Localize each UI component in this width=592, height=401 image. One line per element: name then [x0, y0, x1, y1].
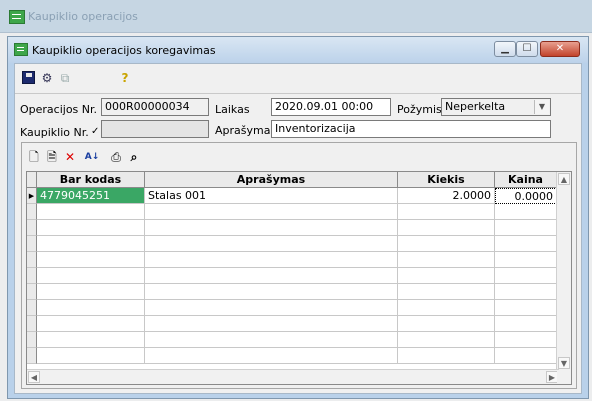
copy-icon[interactable]: ⧉ [57, 70, 73, 86]
new-icon[interactable]: 🗋 [26, 149, 42, 165]
check-icon: ✓ [91, 126, 100, 137]
empty-row [27, 300, 557, 316]
app-title: Kaupiklio operacijos [28, 10, 138, 23]
scrollbar-corner [557, 370, 571, 384]
table-row[interactable]: ▶ 4779045251 Stalas 001 2.0000 0.0000 [27, 188, 557, 204]
scroll-left-icon[interactable]: ◀ [28, 371, 40, 383]
column-header-bar-code[interactable]: Bar kodas [37, 172, 145, 187]
delete-icon[interactable]: ✕ [62, 149, 78, 165]
row-indicator-header [27, 172, 37, 187]
app-title-bar[interactable]: Kaupiklio operacijos [0, 0, 592, 33]
sort-icon[interactable]: A↓ [84, 149, 100, 165]
description-field[interactable]: Inventorizacija [271, 120, 551, 138]
empty-row [27, 268, 557, 284]
edit-icon[interactable]: 🗎 [44, 149, 60, 165]
items-panel: 🗋 🗎 ✕ A↓ ⎙ ⌕ Bar kodas Aprašymas Kiekis … [21, 142, 577, 389]
empty-row [27, 252, 557, 268]
attribute-label: Požymis [397, 103, 442, 116]
edit-window-title: Kaupiklio operacijos koregavimas [32, 44, 216, 57]
description-label: Aprašymas [215, 124, 277, 137]
column-header-description[interactable]: Aprašymas [145, 172, 398, 187]
chevron-down-icon[interactable]: ▼ [534, 100, 549, 114]
help-icon[interactable]: ? [117, 70, 133, 86]
grid-header: Bar kodas Aprašymas Kiekis Kaina [27, 172, 571, 188]
scroll-down-icon[interactable]: ▼ [558, 357, 570, 369]
scroll-up-icon[interactable]: ▲ [558, 173, 570, 185]
operation-number-field[interactable]: 000R00000034 [101, 98, 209, 116]
app-icon [9, 10, 25, 24]
find-icon[interactable]: ⌕ [126, 149, 142, 165]
maximize-button[interactable]: ☐ [516, 41, 538, 57]
empty-row [27, 348, 557, 364]
empty-row [27, 316, 557, 332]
operation-number-label: Operacijos Nr. [20, 103, 98, 116]
empty-row [27, 236, 557, 252]
edit-window-body: ⚙ ⧉ ? Operacijos Nr. 000R00000034 Laikas… [14, 63, 582, 394]
empty-row [27, 284, 557, 300]
vertical-scrollbar[interactable]: ▲ ▼ [556, 172, 571, 370]
cell-description[interactable]: Stalas 001 [145, 188, 398, 204]
minimize-button[interactable]: ▁ [494, 41, 516, 57]
toolbar-divider [15, 93, 581, 94]
empty-row [27, 332, 557, 348]
items-grid[interactable]: Bar kodas Aprašymas Kiekis Kaina ▶ 47790… [26, 171, 572, 385]
save-icon[interactable] [21, 70, 37, 86]
cell-bar-code[interactable]: 4779045251 [37, 188, 145, 204]
accumulator-number-label: Kaupiklio Nr. [20, 126, 89, 139]
time-label: Laikas [215, 103, 250, 116]
window-icon [14, 43, 28, 56]
column-header-quantity[interactable]: Kiekis [398, 172, 495, 187]
row-pointer-icon: ▶ [27, 188, 37, 204]
empty-row [27, 204, 557, 220]
cell-quantity[interactable]: 2.0000 [398, 188, 495, 204]
print-icon[interactable]: ⎙ [108, 149, 124, 165]
edit-window-title-bar[interactable]: Kaupiklio operacijos koregavimas ▁ ☐ ✕ [8, 37, 588, 63]
time-field[interactable]: 2020.09.01 00:00 [271, 98, 391, 116]
horizontal-scrollbar[interactable]: ◀ ▶ [27, 369, 559, 384]
empty-row [27, 220, 557, 236]
edit-window: Kaupiklio operacijos koregavimas ▁ ☐ ✕ ⚙… [7, 36, 589, 399]
close-button[interactable]: ✕ [540, 41, 580, 57]
attribute-select-value: Neperkelta [445, 100, 506, 113]
cell-price[interactable]: 0.0000 [495, 188, 557, 204]
attribute-select[interactable]: Neperkelta ▼ [441, 98, 551, 116]
column-header-price[interactable]: Kaina [495, 172, 557, 187]
accumulator-number-field[interactable] [101, 120, 209, 138]
settings-icon[interactable]: ⚙ [39, 70, 55, 86]
